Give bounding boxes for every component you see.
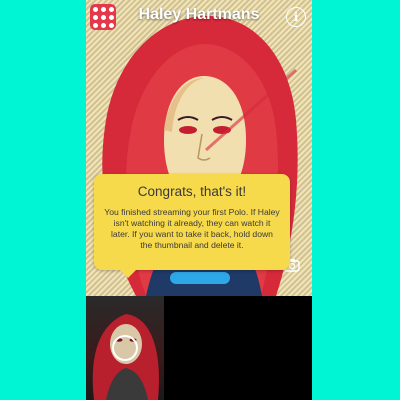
contact-name-title: Haley Hartmans xyxy=(138,6,260,23)
info-icon[interactable]: i xyxy=(286,7,306,27)
tooltip-pointer xyxy=(120,270,136,278)
onboarding-tooltip: Congrats, that's it! You finished stream… xyxy=(94,174,290,278)
polo-thumbnail[interactable] xyxy=(86,296,164,400)
playback-ring-icon[interactable] xyxy=(112,335,138,361)
record-button[interactable] xyxy=(170,272,230,284)
polo-thumbnail-strip xyxy=(86,296,312,400)
app-screen: Haley Hartmans i Congrats, that's it! Yo… xyxy=(86,0,312,400)
tooltip-body: You finished streaming your first Polo. … xyxy=(104,207,280,250)
tooltip-title: Congrats, that's it! xyxy=(137,184,247,199)
top-bar: Haley Hartmans i xyxy=(86,0,312,36)
